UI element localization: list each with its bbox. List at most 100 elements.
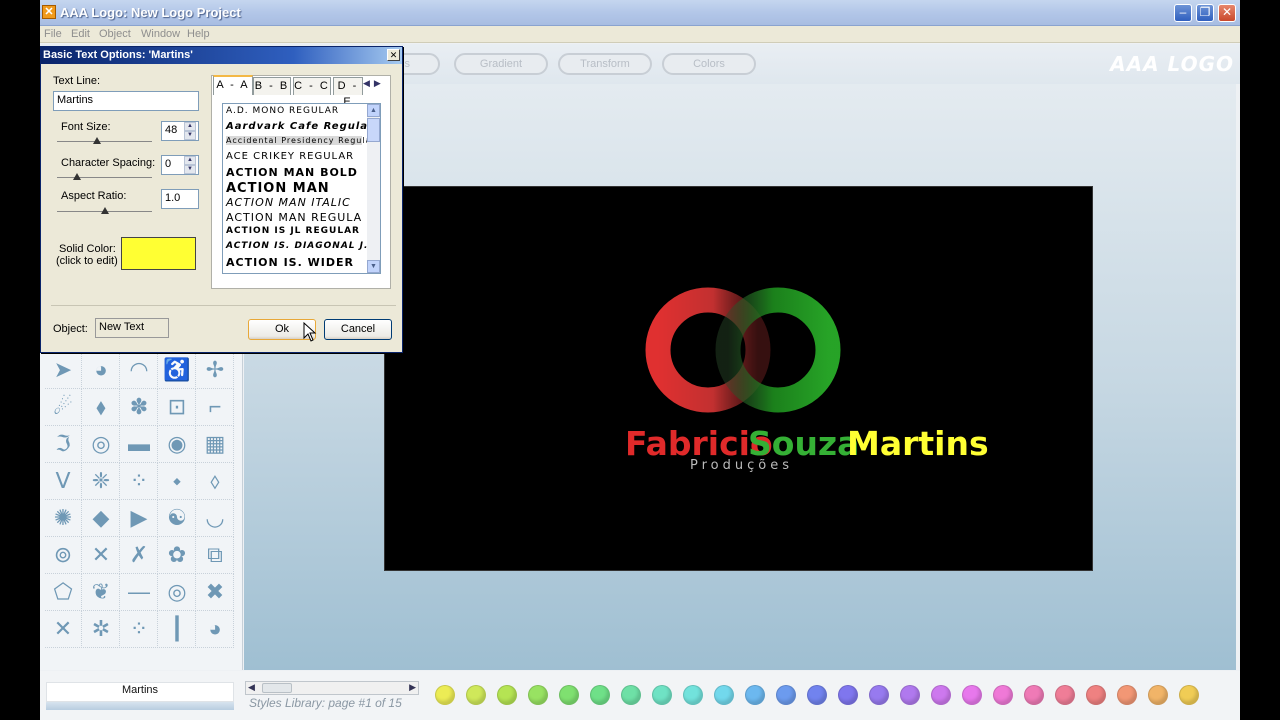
shape-icon[interactable]: ⁘ xyxy=(121,611,158,648)
shape-icon[interactable]: ⬠ xyxy=(45,574,82,611)
cancel-button[interactable]: Cancel xyxy=(324,319,392,340)
tab-colors[interactable]: Colors xyxy=(662,53,756,75)
color-swatch[interactable] xyxy=(590,685,610,705)
color-swatch[interactable] xyxy=(1055,685,1075,705)
menu-edit[interactable]: Edit xyxy=(71,28,90,40)
font-list-item[interactable]: ACE CRIKEY REGULAR xyxy=(226,151,354,162)
font-size-stepper[interactable]: ▲ ▼ xyxy=(184,122,196,140)
maximize-button[interactable]: ❐ xyxy=(1196,4,1214,22)
shape-icon[interactable]: ✗ xyxy=(121,537,158,574)
color-swatch[interactable] xyxy=(497,685,517,705)
font-list-item[interactable]: ACTION MAN REGULA xyxy=(226,211,362,224)
shape-icon[interactable]: ⬩ xyxy=(159,463,196,500)
color-swatch[interactable] xyxy=(962,685,982,705)
font-list-scrollbar[interactable]: ▲ ▼ xyxy=(367,104,380,273)
shape-icon[interactable]: ⧉ xyxy=(197,537,234,574)
minimize-button[interactable]: – xyxy=(1174,4,1192,22)
shape-icon[interactable]: ◕ xyxy=(197,611,234,648)
shape-icon[interactable]: ❦ xyxy=(83,574,120,611)
color-swatch[interactable] xyxy=(1024,685,1044,705)
color-swatch[interactable] xyxy=(528,685,548,705)
color-swatch[interactable] xyxy=(621,685,641,705)
font-list-item[interactable]: Aardvark Cafe Regular xyxy=(226,121,374,132)
shape-icon[interactable]: ◆ xyxy=(83,500,120,537)
tab-font-c[interactable]: C - C xyxy=(293,77,331,95)
shape-icon[interactable]: ✕ xyxy=(83,537,120,574)
shape-icon[interactable]: ⊚ xyxy=(45,537,82,574)
shape-icon[interactable]: ᐯ xyxy=(45,463,82,500)
color-swatch[interactable] xyxy=(714,685,734,705)
color-swatch[interactable] xyxy=(807,685,827,705)
color-swatch[interactable] xyxy=(683,685,703,705)
shape-icon[interactable]: ✿ xyxy=(159,537,196,574)
shape-icon[interactable]: ◡ xyxy=(197,500,234,537)
font-list-item[interactable]: ACTION IS. DIAGONAL J. xyxy=(226,241,368,251)
font-list-item[interactable]: ACTION MAN ITALIC xyxy=(226,196,351,209)
shape-icon[interactable]: ⬨ xyxy=(197,463,234,500)
color-swatch[interactable] xyxy=(466,685,486,705)
shape-icon[interactable]: ☄ xyxy=(45,389,82,426)
shape-icon[interactable]: ◠ xyxy=(121,352,158,389)
shape-icon[interactable]: ❈ xyxy=(83,463,120,500)
shape-icon[interactable]: ▶ xyxy=(121,500,158,537)
color-swatch[interactable] xyxy=(1148,685,1168,705)
shape-icon[interactable]: ▬ xyxy=(121,426,158,463)
char-spacing-slider[interactable] xyxy=(57,173,152,183)
close-button[interactable]: ✕ xyxy=(1218,4,1236,22)
tab-font-b[interactable]: B - B xyxy=(253,77,291,95)
font-list-item[interactable]: A.D. MONO REGULAR xyxy=(226,106,339,116)
color-swatch[interactable] xyxy=(900,685,920,705)
shape-icon[interactable]: ☯ xyxy=(159,500,196,537)
font-scroll-thumb[interactable] xyxy=(367,118,380,142)
menu-window[interactable]: Window xyxy=(141,28,180,40)
scroll-up-icon[interactable]: ▲ xyxy=(367,104,380,117)
shape-icon[interactable]: ℑ xyxy=(45,426,82,463)
font-list-item[interactable]: ACTION IS JL REGULAR xyxy=(226,226,360,236)
text-line-input[interactable]: Martins xyxy=(53,91,199,111)
aspect-ratio-input[interactable]: 1.0 xyxy=(161,189,199,209)
scroll-down-icon[interactable]: ▼ xyxy=(367,260,380,273)
aspect-ratio-slider[interactable] xyxy=(57,207,152,217)
shape-icon[interactable]: ⁘ xyxy=(121,463,158,500)
color-swatch[interactable] xyxy=(559,685,579,705)
color-swatch[interactable] xyxy=(776,685,796,705)
shape-icon[interactable]: ⊡ xyxy=(159,389,196,426)
scroll-thumb[interactable] xyxy=(262,683,292,693)
tab-font-a[interactable]: A - A xyxy=(213,75,253,95)
shape-icon[interactable]: ◕ xyxy=(83,352,120,389)
solid-color-swatch[interactable] xyxy=(121,237,196,270)
color-swatch[interactable] xyxy=(931,685,951,705)
shape-icon[interactable]: ✖ xyxy=(197,574,234,611)
shape-icon[interactable]: ⌐ xyxy=(197,389,234,426)
tab-gradient[interactable]: Gradient xyxy=(454,53,548,75)
dialog-close-button[interactable]: ✕ xyxy=(387,49,400,61)
color-swatch[interactable] xyxy=(1179,685,1199,705)
font-list[interactable]: A.D. MONO REGULAR Aardvark Cafe Regular Ac… xyxy=(222,103,381,274)
menu-object[interactable]: Object xyxy=(99,28,131,40)
shape-icon[interactable]: ┃ xyxy=(159,611,196,648)
shape-icon[interactable]: ⬧ xyxy=(83,389,120,426)
tab-transform[interactable]: Transform xyxy=(558,53,652,75)
shape-icon[interactable]: ✺ xyxy=(45,500,82,537)
color-swatch[interactable] xyxy=(838,685,858,705)
logo-canvas[interactable]: Fabricio Souza Martins Produções xyxy=(384,186,1093,571)
color-swatch[interactable] xyxy=(745,685,765,705)
shape-icon[interactable]: ▦ xyxy=(197,426,234,463)
scroll-right-icon[interactable]: ▶ xyxy=(409,682,416,693)
shape-icon[interactable]: ➤ xyxy=(45,352,82,389)
char-spacing-stepper[interactable]: ▲ ▼ xyxy=(184,156,196,174)
color-swatch[interactable] xyxy=(652,685,672,705)
color-swatch[interactable] xyxy=(1086,685,1106,705)
shape-icon[interactable]: — xyxy=(121,574,158,611)
color-swatch[interactable] xyxy=(1117,685,1137,705)
shape-icon[interactable]: ◎ xyxy=(159,574,196,611)
shape-icon[interactable]: ✽ xyxy=(121,389,158,426)
color-swatch[interactable] xyxy=(993,685,1013,705)
color-swatch[interactable] xyxy=(869,685,889,705)
font-list-item[interactable]: ACTION MAN BOLD xyxy=(226,166,358,179)
shape-icon[interactable]: ◉ xyxy=(159,426,196,463)
shape-icon[interactable]: ◎ xyxy=(83,426,120,463)
styles-scrollbar[interactable]: ◀ ▶ xyxy=(245,681,419,695)
shape-icon[interactable]: ✲ xyxy=(83,611,120,648)
font-size-slider[interactable] xyxy=(57,137,152,147)
